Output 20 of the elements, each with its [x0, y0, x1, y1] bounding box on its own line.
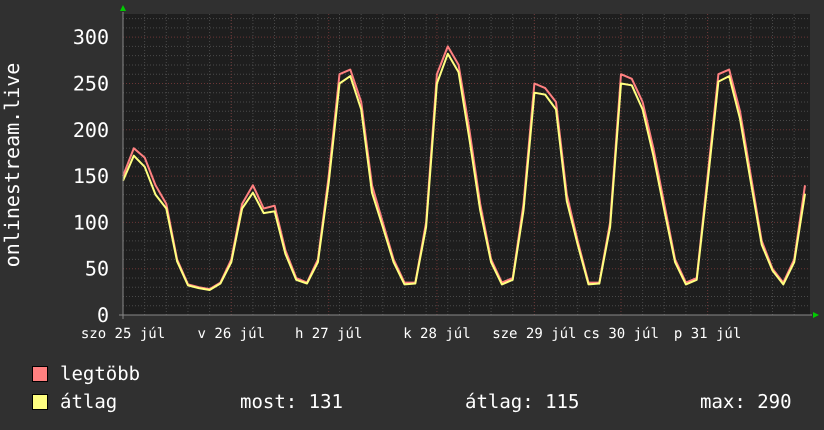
legend-label: átlag [60, 390, 118, 414]
y-tick-label: 300 [72, 25, 109, 50]
legend-label: legtöbb [60, 362, 142, 386]
x-tick-label: h 27 júl [294, 326, 362, 342]
x-tick-label: p 31 júl [674, 326, 742, 342]
y-tick-label: 200 [72, 118, 109, 142]
y-tick-label: 50 [84, 256, 109, 281]
x-tick-label: v 26 júl [198, 326, 265, 342]
y-tick-label: 150 [72, 164, 109, 188]
x-tick-label: k 28 júl [403, 326, 471, 342]
x-tick-label: szo 25 júl [80, 326, 166, 342]
y-tick-label: 0 [96, 303, 109, 327]
y-tick-label: 100 [72, 210, 109, 234]
legend-stat: átlag: 115 [465, 390, 580, 414]
y-tick-label: 250 [72, 71, 109, 96]
legend-stat: max: 290 [700, 390, 792, 414]
legend-stat: most: 131 [240, 390, 344, 414]
y-axis-title: onlinestream.live [0, 62, 24, 268]
x-tick-label: sze 29 júl [492, 326, 577, 342]
x-tick-label: cs 30 júl [583, 326, 659, 342]
